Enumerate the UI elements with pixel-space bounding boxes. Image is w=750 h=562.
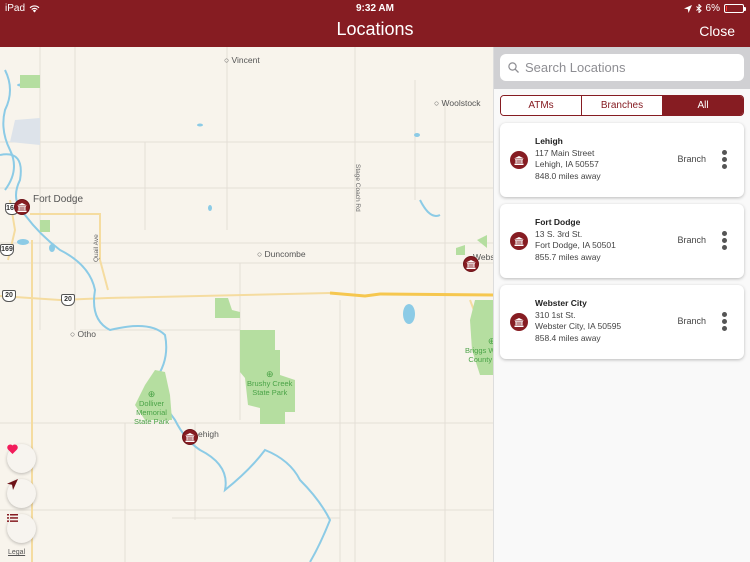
location-info: Webster City 310 1st St. Webster City, I… [535, 298, 621, 344]
location-name: Lehigh [535, 136, 563, 146]
heart-icon [7, 444, 18, 454]
location-address: 310 1st St. [535, 309, 576, 320]
location-name: Fort Dodge [535, 217, 581, 227]
place-duncombe: ○ Duncombe [257, 249, 306, 259]
park-brushy-creek: ⊕ Brushy Creek State Park [247, 369, 293, 398]
park-dolliver: ⊕ Dolliver Memorial State Park [134, 389, 170, 427]
legal-link[interactable]: Legal [8, 549, 25, 556]
road-label-stage-coach: Stage Coach Rd [354, 164, 361, 212]
map-pin-webster-city[interactable] [463, 256, 479, 272]
location-info: Fort Dodge 13 S. 3rd St. Fort Dodge, IA … [535, 217, 616, 263]
route-shield-20: 20 [61, 294, 75, 306]
more-options-button[interactable] [722, 231, 728, 250]
battery-icon [724, 4, 746, 13]
more-options-button[interactable] [722, 150, 728, 169]
location-filter: ATMs Branches All [500, 95, 744, 116]
road-grid [0, 47, 493, 562]
list-icon [7, 514, 18, 522]
place-vincent: ○ Vincent [224, 55, 260, 65]
page-title: Locations [336, 19, 414, 39]
search-field[interactable] [500, 54, 744, 81]
bank-icon [17, 202, 27, 212]
more-options-button[interactable] [722, 312, 728, 331]
locate-me-button[interactable] [7, 479, 36, 508]
search-input[interactable] [525, 60, 725, 75]
bank-icon [185, 432, 195, 442]
map-pin-lehigh[interactable] [182, 429, 198, 445]
search-bar [494, 47, 750, 89]
more-vertical-icon [722, 150, 727, 155]
location-distance: 858.4 miles away [535, 332, 601, 343]
filter-tab-atms[interactable]: ATMs [501, 96, 582, 115]
location-arrow-icon [7, 479, 18, 490]
route-shield-169: 169 [0, 244, 14, 256]
location-services-icon [683, 4, 692, 13]
location-address: 13 S. 3rd St. [535, 228, 583, 239]
clock: 9:32 AM [356, 3, 394, 14]
map-base [0, 47, 493, 562]
filter-tab-all[interactable]: All [663, 96, 743, 115]
map-view[interactable]: ○ Vincent ○ Woolstock Fort Dodge ○ Dunco… [0, 47, 493, 562]
location-address: 117 Main Street [535, 147, 595, 158]
battery-percent: 6% [705, 3, 720, 14]
bank-icon [510, 313, 528, 331]
locations-panel: ATMs Branches All Lehigh 117 Main Street… [493, 47, 750, 562]
park-briggs-woods: ⊕ Briggs W County [465, 336, 493, 365]
map-pin-fort-dodge[interactable] [14, 199, 30, 215]
search-icon [508, 62, 519, 73]
bluetooth-icon [695, 4, 702, 13]
top-bar: iPad 9:32 AM 6% Locations Close [0, 0, 750, 47]
list-view-button[interactable] [7, 514, 36, 543]
bank-icon [510, 232, 528, 250]
location-card[interactable]: Lehigh 117 Main Street Lehigh, IA 50557 … [500, 123, 744, 197]
location-type: Branch [677, 154, 706, 164]
close-button[interactable]: Close [699, 23, 735, 39]
airport [10, 118, 40, 145]
location-card[interactable]: Fort Dodge 13 S. 3rd St. Fort Dodge, IA … [500, 204, 744, 278]
road-label-quail-ave: Quail Ave [93, 234, 100, 262]
route-shield-20: 20 [2, 290, 16, 302]
filter-tab-branches[interactable]: Branches [582, 96, 663, 115]
location-city: Fort Dodge, IA 50501 [535, 240, 616, 250]
location-type: Branch [677, 235, 706, 245]
more-vertical-icon [722, 231, 727, 236]
status-bar: iPad 9:32 AM 6% [0, 0, 750, 16]
place-otho: ○ Otho [70, 329, 96, 339]
place-woolstock: ○ Woolstock [434, 98, 481, 108]
location-name: Webster City [535, 298, 587, 308]
location-card[interactable]: Webster City 310 1st St. Webster City, I… [500, 285, 744, 359]
location-info: Lehigh 117 Main Street Lehigh, IA 50557 … [535, 136, 601, 182]
bank-icon [510, 151, 528, 169]
highway-us20 [329, 291, 493, 298]
more-vertical-icon [722, 312, 727, 317]
place-lehigh: ehigh [198, 429, 219, 439]
location-city: Webster City, IA 50595 [535, 321, 622, 331]
bank-icon [466, 259, 476, 269]
favorites-button[interactable] [7, 444, 36, 473]
location-distance: 848.0 miles away [535, 170, 601, 181]
location-distance: 855.7 miles away [535, 251, 601, 262]
location-list: Lehigh 117 Main Street Lehigh, IA 50557 … [494, 116, 750, 359]
place-fort-dodge: Fort Dodge [33, 194, 84, 205]
location-type: Branch [677, 316, 706, 326]
location-city: Lehigh, IA 50557 [535, 159, 599, 169]
